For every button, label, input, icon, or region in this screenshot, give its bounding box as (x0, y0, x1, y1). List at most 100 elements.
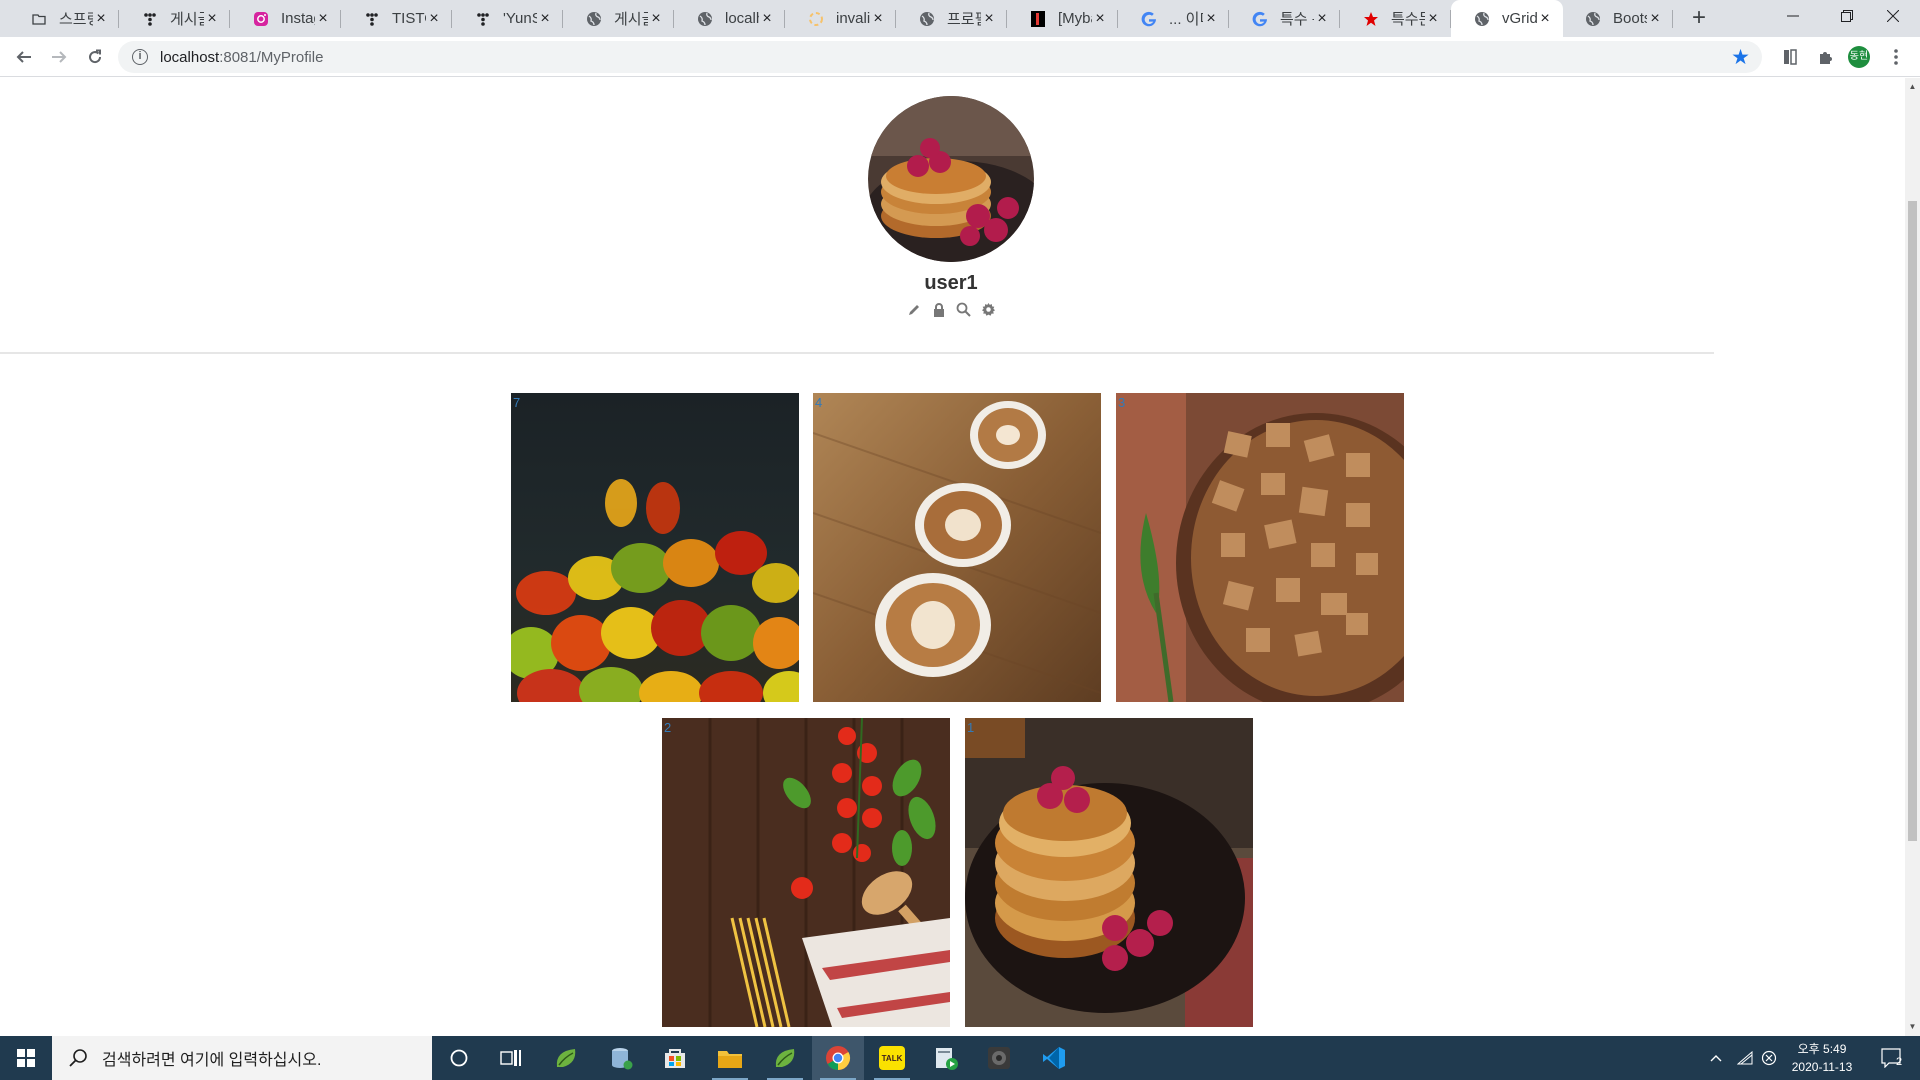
globe-icon (585, 10, 602, 27)
reading-list-icon[interactable] (1778, 45, 1802, 69)
post-number: 2 (664, 720, 672, 735)
store-icon[interactable] (649, 1036, 701, 1080)
windows-taskbar: 검색하려면 여기에 입력하십시오. TALK 오후 5:49 2020-11-1… (0, 1036, 1920, 1080)
cortana-button[interactable] (433, 1036, 485, 1080)
browser-tab[interactable]: 특수 문× (1229, 0, 1340, 37)
restore-icon (1841, 10, 1853, 22)
tab-close-icon[interactable]: × (1537, 10, 1553, 27)
lock-icon[interactable] (930, 301, 947, 318)
tab-close-icon[interactable]: × (981, 10, 997, 27)
browser-tab[interactable]: 스프링× (8, 0, 119, 37)
site-info-icon[interactable]: i (132, 49, 148, 65)
post-thumbnail[interactable]: 7 (511, 393, 799, 702)
instagram-icon (252, 10, 269, 27)
tab-close-icon[interactable]: × (759, 10, 775, 27)
reload-button[interactable] (81, 43, 109, 71)
gear-icon[interactable] (980, 301, 997, 318)
kakaotalk-label: TALK (879, 1046, 905, 1070)
taskbar-clock[interactable]: 오후 5:49 2020-11-13 (1780, 1040, 1864, 1076)
tab-close-icon[interactable]: × (1425, 10, 1441, 27)
tab-title: invalid (836, 10, 870, 27)
tab-close-icon[interactable]: × (1647, 10, 1663, 27)
browser-tab[interactable]: 'YunSc× (452, 0, 563, 37)
profile-avatar[interactable]: 동현 (1848, 46, 1870, 68)
tab-title: 스프링 (59, 11, 93, 28)
browser-tab[interactable]: 프로필× (896, 0, 1007, 37)
page-scrollbar[interactable]: ▲ ▼ (1905, 78, 1920, 1036)
browser-tab[interactable]: Bootst× (1562, 0, 1673, 37)
tab-title: 게시글 (170, 11, 204, 28)
browser-tab[interactable]: 게시글× (119, 0, 230, 37)
scrollbar-thumb[interactable] (1908, 201, 1917, 841)
browser-tab[interactable]: [Myba× (1007, 0, 1118, 37)
volume-muted-icon[interactable] (1758, 1036, 1780, 1080)
tab-close-icon[interactable]: × (1092, 10, 1108, 27)
extensions-puzzle-icon[interactable] (1813, 45, 1837, 69)
action-center-button[interactable]: 2 (1870, 1036, 1914, 1080)
tab-close-icon[interactable]: × (93, 10, 109, 27)
task-view-button[interactable] (485, 1036, 537, 1080)
new-tab-button[interactable]: + (1684, 4, 1714, 34)
post-thumbnail[interactable]: 3 (1116, 393, 1404, 702)
tab-close-icon[interactable]: × (648, 10, 664, 27)
chrome-icon[interactable] (812, 1036, 864, 1080)
profile-divider (0, 352, 1714, 354)
browser-tab[interactable]: 게시글× (563, 0, 674, 37)
browser-tab[interactable]: localhc× (674, 0, 785, 37)
show-hidden-icons-button[interactable] (1706, 1036, 1726, 1080)
obs-studio-icon[interactable] (973, 1036, 1025, 1080)
bookmark-star-icon[interactable]: ★ (1731, 45, 1750, 70)
media-app-icon[interactable] (920, 1036, 972, 1080)
tab-active[interactable]: vGrid × (1451, 0, 1563, 37)
more-menu-icon[interactable] (1884, 45, 1908, 69)
tab-close-icon[interactable]: × (1203, 10, 1219, 27)
tab-close-icon[interactable]: × (315, 10, 331, 27)
browser-tab[interactable]: 특수문× (1340, 0, 1451, 37)
post-number: 3 (1118, 395, 1126, 410)
scroll-up-arrow[interactable]: ▲ (1908, 82, 1917, 91)
tab-close-icon[interactable]: × (204, 10, 220, 27)
network-icon[interactable] (1732, 1036, 1758, 1080)
post-thumbnail[interactable]: 2 (662, 718, 950, 1027)
back-button[interactable] (10, 43, 38, 71)
page-viewport: user1 7 4 3 2 1 (0, 78, 1905, 1036)
tab-title: TISTOF (392, 10, 426, 27)
file-explorer-icon[interactable] (704, 1036, 756, 1080)
globe-icon (1473, 10, 1490, 27)
database-app-icon[interactable] (595, 1036, 647, 1080)
arrow-right-icon (52, 51, 67, 63)
close-window-button[interactable] (1866, 0, 1920, 32)
kakaotalk-icon[interactable]: TALK (866, 1036, 918, 1080)
start-button[interactable] (0, 1036, 52, 1080)
tab-close-icon[interactable]: × (537, 10, 553, 27)
post-number: 4 (815, 395, 823, 410)
profile-picture[interactable] (868, 96, 1034, 262)
scroll-down-arrow[interactable]: ▼ (1908, 1022, 1917, 1031)
vscode-icon[interactable] (1028, 1036, 1080, 1080)
browser-tab[interactable]: Instag× (230, 0, 341, 37)
minimize-button[interactable] (1766, 0, 1820, 32)
tab-close-icon[interactable]: × (870, 10, 886, 27)
post-thumbnail[interactable]: 4 (813, 393, 1101, 702)
google-icon (1251, 10, 1268, 27)
task-view-icon (500, 1050, 521, 1066)
forward-button[interactable] (45, 43, 73, 71)
browser-tab[interactable]: ... 이미× (1118, 0, 1229, 37)
spring-tools-icon-2[interactable] (759, 1036, 811, 1080)
tistory-icon (141, 10, 158, 27)
browser-tab[interactable]: TISTOF× (341, 0, 452, 37)
tab-close-icon[interactable]: × (426, 10, 442, 27)
taskbar-search-box[interactable]: 검색하려면 여기에 입력하십시오. (52, 1036, 432, 1080)
tab-close-icon[interactable]: × (1314, 10, 1330, 27)
post-thumbnail[interactable]: 1 (965, 718, 1253, 1027)
spring-tools-icon[interactable] (540, 1036, 592, 1080)
pencil-icon[interactable] (905, 301, 922, 318)
tistory-icon (474, 10, 491, 27)
tab-strip: 스프링×게시글×Instag×TISTOF×'YunSc×게시글×localhc… (0, 0, 1920, 37)
loading-icon (807, 10, 824, 27)
post-number: 1 (967, 720, 975, 735)
search-icon[interactable] (955, 301, 972, 318)
browser-tab[interactable]: invalid× (785, 0, 896, 37)
url-text[interactable]: localhost:8081/MyProfile (160, 49, 323, 66)
address-bar[interactable]: i localhost:8081/MyProfile ★ (118, 41, 1762, 73)
